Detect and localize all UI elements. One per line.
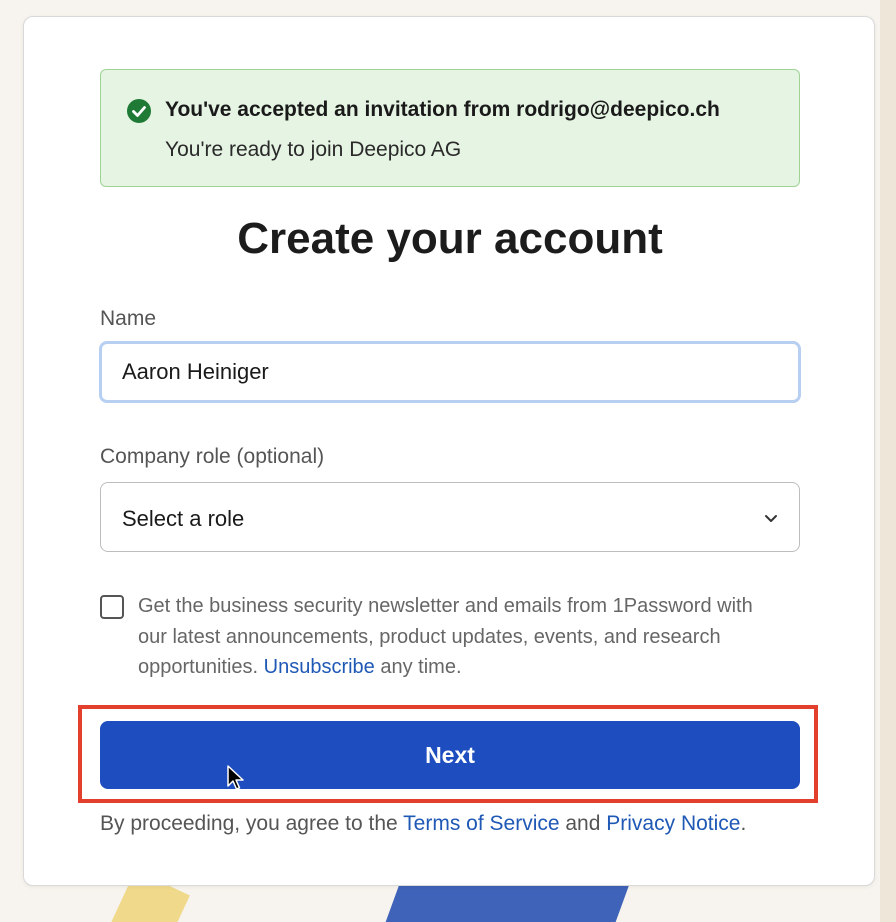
agreement-middle: and — [559, 812, 607, 835]
agreement-suffix: . — [740, 812, 747, 835]
agreement-text: By proceeding, you agree to the Terms of… — [100, 812, 746, 836]
agreement-prefix: By proceeding, you agree to the — [100, 812, 404, 835]
newsletter-text-end: any time. — [374, 656, 462, 678]
newsletter-consent-text: Get the business security newsletter and… — [138, 591, 778, 683]
background-shape-right — [880, 0, 896, 922]
signup-card: You've accepted an invitation from rodri… — [23, 16, 875, 886]
name-label: Name — [100, 307, 157, 330]
invitation-banner: You've accepted an invitation from rodri… — [100, 69, 800, 187]
terms-of-service-link[interactable]: Terms of Service — [403, 812, 559, 835]
invitation-subtitle: You're ready to join Deepico AG — [165, 138, 462, 161]
privacy-notice-link[interactable]: Privacy Notice — [606, 812, 740, 835]
newsletter-checkbox[interactable] — [100, 595, 124, 619]
name-input[interactable] — [99, 341, 801, 403]
invitation-title: You've accepted an invitation from rodri… — [165, 98, 720, 121]
company-role-selected-value: Select a role — [122, 506, 245, 531]
unsubscribe-link[interactable]: Unsubscribe — [264, 656, 375, 678]
company-role-select[interactable]: Select a role — [100, 482, 800, 552]
page-title: Create your account — [237, 214, 663, 263]
next-button[interactable]: Next — [100, 721, 800, 789]
chevron-down-icon — [765, 515, 777, 522]
check-circle-icon — [127, 99, 151, 123]
company-role-label: Company role (optional) — [100, 445, 325, 468]
